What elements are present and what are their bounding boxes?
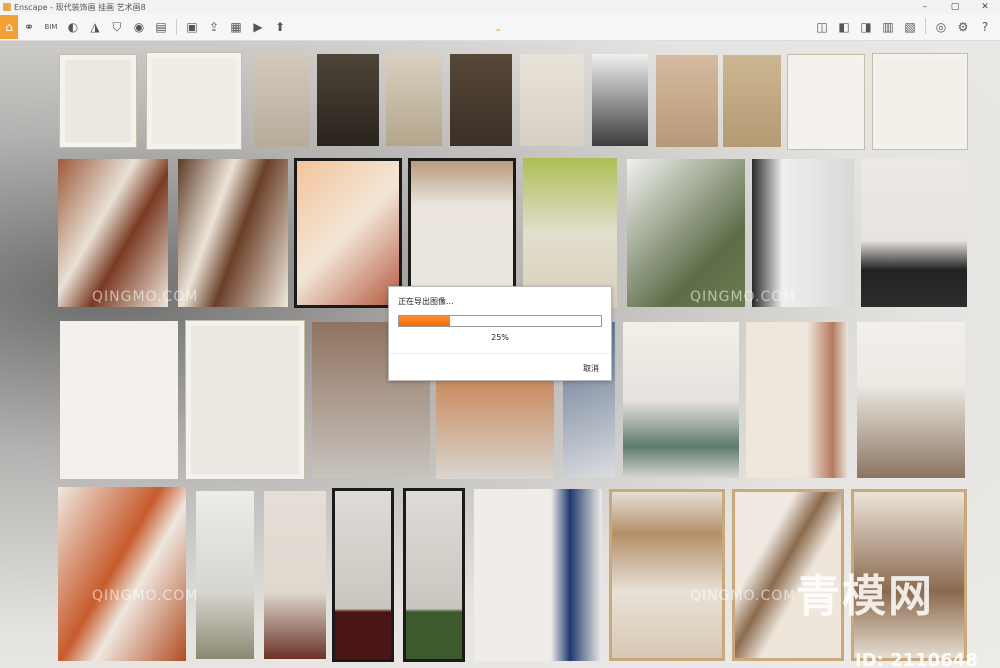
- progress-bar: [398, 315, 602, 327]
- enscape-logo-icon: [3, 3, 11, 11]
- artwork: [294, 158, 402, 308]
- gear-icon[interactable]: ⚙: [954, 18, 972, 36]
- toolbar-divider-right: [925, 18, 926, 34]
- map-icon[interactable]: ◫: [813, 18, 831, 36]
- watermark: QINGMO.COM: [92, 289, 199, 305]
- video-icon[interactable]: ▶: [249, 18, 267, 36]
- artwork: [59, 54, 137, 148]
- artwork: [332, 488, 394, 662]
- artwork: [317, 54, 379, 146]
- export-progress-dialog: 正在导出图像... 25% 取消: [388, 286, 612, 381]
- help-icon[interactable]: ?: [976, 18, 994, 36]
- sync-views-icon[interactable]: ▤: [152, 18, 170, 36]
- window-title: Enscape - 现代装饰画 挂画 艺术画8: [14, 2, 146, 12]
- artwork: [58, 159, 168, 307]
- watermark-cn: 青模网: [796, 571, 934, 622]
- progress-label: 25%: [491, 333, 509, 342]
- dialog-divider: [389, 353, 611, 354]
- eye-icon[interactable]: ◎: [932, 18, 950, 36]
- artwork: [178, 159, 288, 307]
- artwork: [787, 54, 865, 150]
- artwork: [185, 320, 305, 480]
- artwork: [474, 489, 602, 661]
- progress-fill: [399, 316, 450, 326]
- artwork: [872, 53, 968, 150]
- collapse-toolbar-icon[interactable]: ⌃: [494, 28, 502, 39]
- artwork: [403, 488, 465, 662]
- title-bar: Enscape - 现代装饰画 挂画 艺术画8 – ▢ ✕: [0, 0, 1000, 14]
- hide-icon[interactable]: ◮: [86, 18, 104, 36]
- chart-icon[interactable]: ▧: [901, 18, 919, 36]
- artwork: [592, 54, 648, 146]
- upload-icon[interactable]: ⬆: [271, 18, 289, 36]
- artwork: [861, 159, 967, 307]
- watermark: QINGMO.COM: [92, 588, 199, 604]
- watermark-id: ID: 2110648: [855, 650, 978, 668]
- artwork: [656, 55, 718, 147]
- artwork: [609, 489, 725, 661]
- artwork: [723, 55, 781, 147]
- batch-icon[interactable]: ▦: [227, 18, 245, 36]
- artwork: [264, 491, 326, 659]
- artwork: [386, 54, 442, 146]
- artwork: [254, 53, 310, 147]
- artwork: [520, 54, 584, 146]
- watermark: QINGMO.COM: [690, 289, 797, 305]
- artwork: [857, 322, 965, 478]
- artwork: [436, 379, 554, 479]
- render-settings-icon[interactable]: ◐: [64, 18, 82, 36]
- minimize-icon[interactable]: –: [910, 0, 940, 14]
- material-icon[interactable]: ◧: [835, 18, 853, 36]
- artwork: [450, 54, 512, 146]
- artwork: [58, 487, 186, 661]
- artwork: [623, 322, 739, 478]
- artwork: [60, 321, 178, 479]
- toolbar-divider: [176, 19, 177, 35]
- dialog-title: 正在导出图像...: [398, 297, 454, 306]
- artwork: [627, 159, 745, 307]
- close-icon[interactable]: ✕: [970, 0, 1000, 14]
- maximize-icon[interactable]: ▢: [940, 0, 970, 14]
- artwork: [752, 159, 854, 307]
- box-icon[interactable]: ◨: [857, 18, 875, 36]
- watermark: QINGMO.COM: [690, 588, 797, 604]
- cancel-button[interactable]: 取消: [583, 363, 599, 374]
- link-icon[interactable]: ⚭: [20, 18, 38, 36]
- shield-icon[interactable]: ⛉: [108, 18, 126, 36]
- artwork: [746, 322, 848, 478]
- export-icon[interactable]: ⇪: [205, 18, 223, 36]
- screenshot-icon[interactable]: ▣: [183, 18, 201, 36]
- camera-icon[interactable]: ◉: [130, 18, 148, 36]
- building-icon[interactable]: ▥: [879, 18, 897, 36]
- bim-icon[interactable]: BIM: [42, 18, 60, 36]
- artwork: [146, 52, 242, 150]
- home-icon[interactable]: ⌂: [0, 15, 18, 39]
- artwork: [196, 491, 254, 659]
